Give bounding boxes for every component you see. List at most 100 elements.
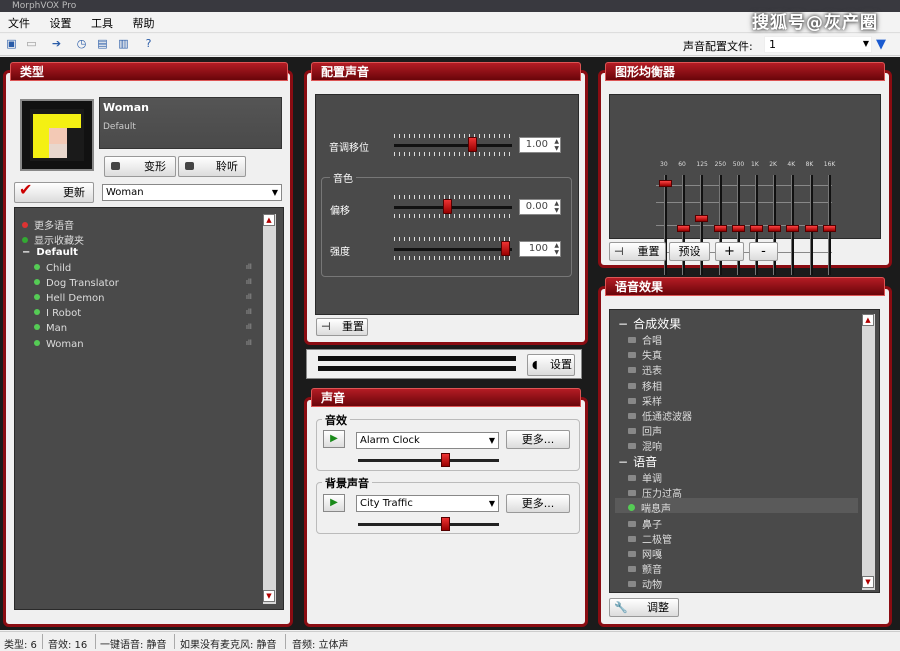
list-item[interactable]: 喘息声 <box>628 500 671 515</box>
eq-band-thumb[interactable] <box>695 215 709 223</box>
list-item[interactable]: 迅表 <box>628 362 662 377</box>
effect-volume-slider[interactable] <box>358 459 499 462</box>
list-item[interactable]: 采样 <box>628 393 662 408</box>
background-more-button[interactable]: 更多... <box>506 494 570 513</box>
collapse-icon: − <box>618 317 629 331</box>
voice-tree-scrollbar[interactable] <box>263 214 276 604</box>
list-item[interactable]: 移相 <box>628 378 662 393</box>
list-item[interactable]: 低通滤波器 <box>628 408 692 423</box>
filter-icon[interactable]: ▼ <box>876 37 886 52</box>
settings-button[interactable]: ◖ 设置 <box>527 354 575 376</box>
list-item[interactable]: 合唱 <box>628 332 662 347</box>
list-item[interactable]: 动物 <box>628 576 662 591</box>
list-item[interactable]: Man <box>34 323 67 334</box>
eq-reset-button[interactable]: ⊣ 重置 <box>609 242 666 261</box>
spin-up-icon[interactable]: ▲ <box>554 242 559 249</box>
equalizer-panel-title: 图形均衡器 <box>605 62 885 81</box>
list-item[interactable]: 混响 <box>628 438 662 453</box>
save-icon[interactable]: ▣ <box>4 37 19 51</box>
eq-band-thumb[interactable] <box>768 224 782 232</box>
bias-slider[interactable] <box>394 206 512 209</box>
eq-band-thumb[interactable] <box>750 224 763 232</box>
menu-tools[interactable]: 工具 <box>83 12 121 34</box>
pitch-thumb[interactable] <box>468 137 478 152</box>
timer-icon[interactable]: ◷ <box>74 37 89 51</box>
menu-file[interactable]: 文件 <box>0 12 38 34</box>
level-meter-bar <box>318 366 516 371</box>
tree-show-favorites[interactable]: 显示收藏夹 <box>22 232 84 247</box>
bias-thumb[interactable] <box>443 199 453 214</box>
chart-icon[interactable]: ▥ <box>116 37 131 51</box>
eq-band-thumb[interactable] <box>659 179 672 187</box>
spin-down-icon[interactable]: ▼ <box>554 249 559 256</box>
tree-more-voices[interactable]: 更多语音 <box>22 217 74 232</box>
pitch-spinner[interactable]: 1.00 ▲ ▼ <box>519 137 561 153</box>
background-volume-slider[interactable] <box>358 523 499 526</box>
bias-spinner[interactable]: 0.00 ▲ ▼ <box>519 199 561 215</box>
list-item[interactable]: 单调 <box>628 470 662 485</box>
scroll-up-icon[interactable]: ▲ <box>862 314 874 326</box>
strength-slider[interactable] <box>394 248 512 251</box>
list-item[interactable]: 颤音 <box>628 561 662 576</box>
sound-panel-title: 声音 <box>311 388 581 407</box>
tree-group-default[interactable]: − Default <box>22 247 78 258</box>
effect-icon <box>628 397 636 404</box>
eq-band-thumb[interactable] <box>786 224 800 232</box>
spin-down-icon[interactable]: ▼ <box>554 145 559 152</box>
profile-select[interactable]: 1 ▼ <box>764 36 872 53</box>
strength-spinner[interactable]: 100 ▲ ▼ <box>519 241 561 257</box>
eq-band-thumb[interactable] <box>804 224 818 232</box>
config-reset-button[interactable]: ⊣ 重置 <box>316 318 368 336</box>
menu-help[interactable]: 帮助 <box>125 12 163 34</box>
tree-group-voice[interactable]: − 语音 <box>618 453 657 470</box>
eq-band-thumb[interactable] <box>731 224 745 232</box>
scroll-up-icon[interactable]: ▲ <box>263 214 275 226</box>
background-volume-thumb[interactable] <box>441 517 451 531</box>
disabled-icon[interactable]: ▭ <box>24 37 39 51</box>
list-item[interactable]: 鼻子 <box>628 516 662 531</box>
eq-minus-button[interactable]: - <box>749 242 778 261</box>
voice-select[interactable]: Woman ▼ <box>102 184 282 201</box>
list-item[interactable]: 失真 <box>628 347 662 362</box>
effect-select[interactable]: Alarm Clock ▼ <box>356 432 499 449</box>
play-background-button[interactable]: ▶ <box>323 494 345 512</box>
listen-button[interactable]: 聆听 <box>178 156 246 177</box>
export-icon[interactable]: ➔ <box>49 37 64 51</box>
graph-icon[interactable]: ▤ <box>95 37 110 51</box>
watermark: 搜狐号@灰产圈 <box>752 13 878 33</box>
list-item[interactable]: Hell Demon <box>34 293 104 304</box>
list-item[interactable]: 压力过高 <box>628 485 682 500</box>
update-button[interactable]: ✔ 更新 <box>14 180 94 203</box>
eq-band-thumb[interactable] <box>677 224 691 232</box>
strength-thumb[interactable] <box>500 241 510 256</box>
tree-group-synth[interactable]: − 合成效果 <box>618 315 681 332</box>
pitch-slider[interactable] <box>394 144 512 147</box>
spin-down-icon[interactable]: ▼ <box>554 207 559 214</box>
list-item[interactable]: 二极管 <box>628 531 672 546</box>
list-item[interactable]: Dog Translator <box>34 278 119 289</box>
spin-up-icon[interactable]: ▲ <box>554 138 559 145</box>
scroll-down-icon[interactable]: ▼ <box>862 576 874 588</box>
eq-band-thumb[interactable] <box>713 224 727 232</box>
spin-up-icon[interactable]: ▲ <box>554 200 559 207</box>
list-item[interactable]: Child <box>34 263 71 274</box>
help-icon[interactable]: ? <box>141 37 156 51</box>
morph-button[interactable]: 变形 <box>104 156 176 177</box>
list-item[interactable]: Woman <box>34 339 84 350</box>
list-item[interactable]: 回声 <box>628 423 662 438</box>
effect-volume-thumb[interactable] <box>441 453 451 467</box>
status-types: 类型: 6 <box>4 640 37 651</box>
eq-band-label: 250 <box>714 161 727 168</box>
eq-preset-button[interactable]: 预设 <box>669 242 710 261</box>
list-item[interactable]: I Robot <box>34 308 81 319</box>
tweak-button[interactable]: 🔧 调整 <box>609 598 679 617</box>
menu-settings[interactable]: 设置 <box>42 12 80 34</box>
scroll-down-icon[interactable]: ▼ <box>263 590 275 602</box>
eq-plus-button[interactable]: + <box>715 242 744 261</box>
effect-more-button[interactable]: 更多... <box>506 430 570 449</box>
eq-band-thumb[interactable] <box>822 224 836 232</box>
background-select[interactable]: City Traffic ▼ <box>356 495 499 512</box>
list-item[interactable]: 网嘎 <box>628 546 662 561</box>
effects-scrollbar[interactable] <box>862 314 875 590</box>
play-effect-button[interactable]: ▶ <box>323 430 345 448</box>
